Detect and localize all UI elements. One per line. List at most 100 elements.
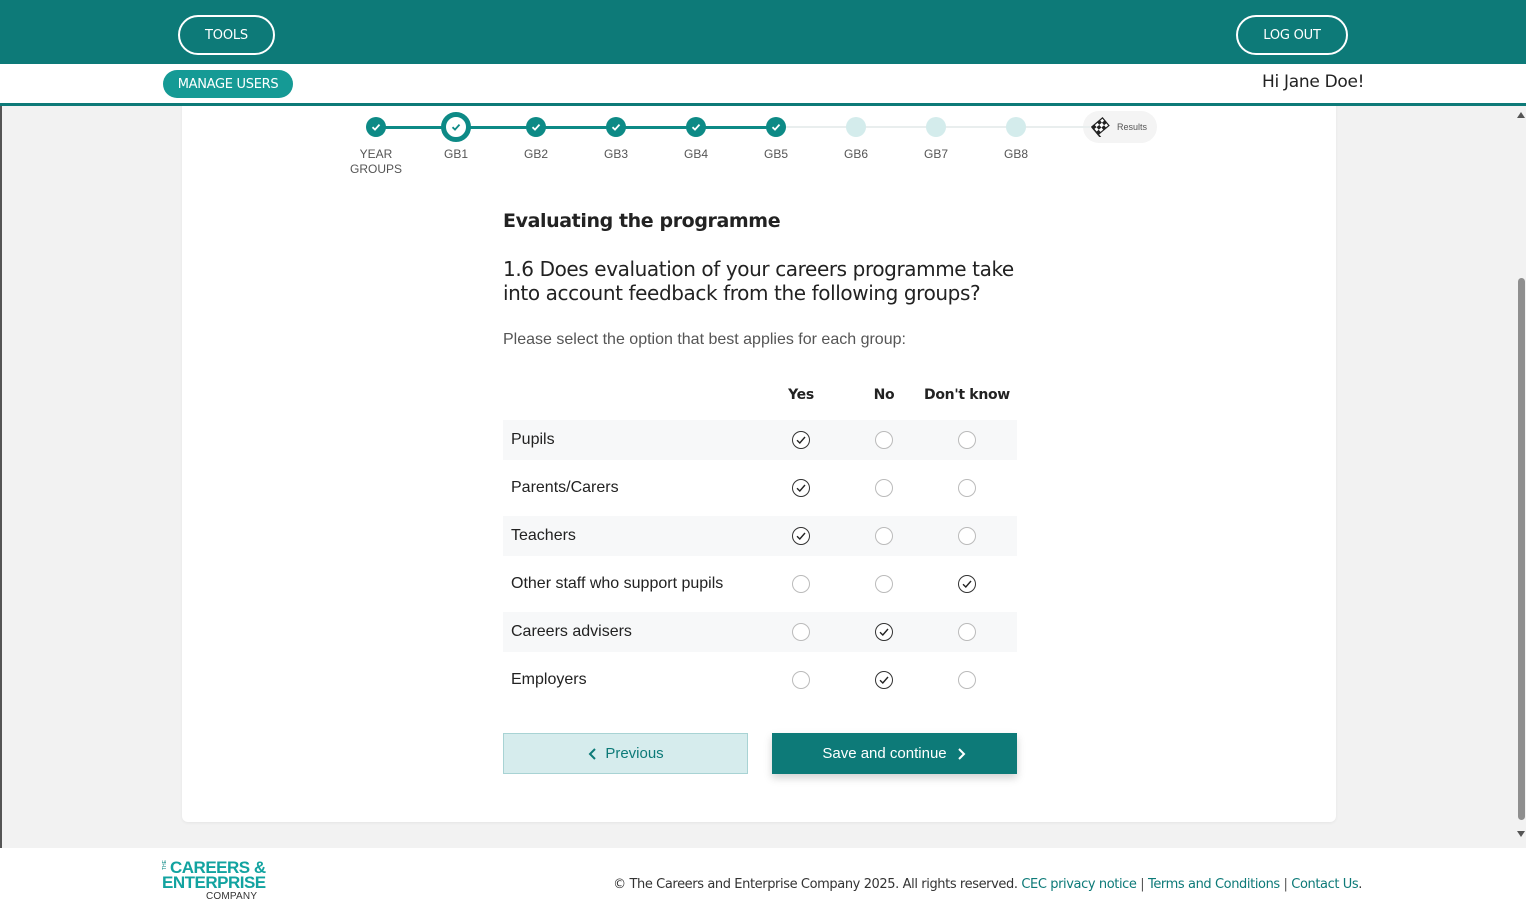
checkmark-icon (962, 580, 972, 589)
manage-users-button[interactable]: MANAGE USERS (163, 70, 293, 98)
terms-link[interactable]: Terms and Conditions (1148, 877, 1280, 892)
step-gb5[interactable] (766, 117, 786, 137)
radio-don-t-know[interactable] (958, 623, 976, 641)
previous-button[interactable]: Previous (503, 733, 748, 774)
stepper-connector (936, 126, 1016, 128)
radio-don-t-know[interactable] (958, 527, 976, 545)
step-gb6[interactable] (846, 117, 866, 137)
radio-yes[interactable] (792, 527, 810, 545)
step-gb8[interactable] (1006, 117, 1026, 137)
save-button-label: Save and continue (822, 745, 947, 762)
save-and-continue-button[interactable]: Save and continue (772, 733, 1017, 774)
logout-button[interactable]: LOG OUT (1236, 15, 1348, 55)
step-label: YEAR GROUPS (349, 147, 402, 176)
table-row: Teachers (503, 516, 1017, 556)
previous-button-label: Previous (605, 745, 664, 762)
checkmark-icon (371, 123, 381, 131)
table-row: Other staff who support pupils (503, 564, 1017, 604)
stepper-connector (776, 126, 856, 128)
chevron-right-icon (957, 747, 966, 760)
checkmark-icon (691, 123, 701, 131)
section-title: Evaluating the programme (503, 210, 781, 232)
results-step[interactable]: Results (1083, 111, 1157, 143)
step-gb4[interactable] (686, 117, 706, 137)
radio-no[interactable] (875, 575, 893, 593)
scroll-up-arrow-icon[interactable] (1517, 112, 1525, 118)
stepper-connector (616, 126, 696, 129)
stepper-connector (1016, 126, 1090, 128)
radio-yes[interactable] (792, 671, 810, 689)
instruction-text: Please select the option that best appli… (503, 331, 906, 348)
checkmark-icon (531, 123, 541, 131)
radio-don-t-know[interactable] (958, 479, 976, 497)
radio-don-t-know[interactable] (958, 575, 976, 593)
checkmark-icon (796, 436, 806, 445)
progress-stepper: Results YEAR GROUPS GB1 GB2 GB3 GB4 GB5 GB6 GB7… (2, 106, 1526, 186)
step-gb1[interactable] (441, 112, 471, 142)
step-label: GB1 (443, 147, 468, 161)
stepper-connector (696, 126, 776, 129)
checkmark-icon (879, 676, 889, 685)
scroll-down-arrow-icon[interactable] (1517, 831, 1525, 837)
top-navigation-bar: TOOLS LOG OUT (0, 0, 1526, 64)
row-label: Other staff who support pupils (511, 575, 724, 592)
radio-no[interactable] (875, 671, 893, 689)
user-greeting: Hi Jane Doe! (1262, 72, 1365, 92)
tools-button[interactable]: TOOLS (178, 15, 275, 55)
cec-logo[interactable]: THE CAREERS & ENTERPRISE COMPANY (162, 858, 272, 904)
scroll-thumb[interactable] (1518, 278, 1525, 820)
footer-period: . (1358, 877, 1362, 892)
row-label: Teachers (511, 527, 576, 544)
step-label: GB7 (923, 147, 948, 161)
logo-line-2: ENTERPRISE (162, 873, 266, 892)
copyright-text: © The Careers and Enterprise Company 202… (613, 877, 1018, 892)
radio-yes[interactable] (792, 575, 810, 593)
radio-yes[interactable] (792, 431, 810, 449)
column-header-no: No (873, 387, 895, 403)
step-gb2[interactable] (526, 117, 546, 137)
privacy-notice-link[interactable]: CEC privacy notice (1021, 877, 1137, 892)
row-label: Employers (511, 671, 587, 688)
radio-no[interactable] (875, 431, 893, 449)
question-text: 1.6 Does evaluation of your careers prog… (503, 257, 1014, 305)
footer-separator: | (1140, 877, 1145, 892)
step-label: GB5 (763, 147, 788, 161)
checkmark-icon (611, 123, 621, 131)
checkmark-icon (451, 123, 461, 131)
radio-no[interactable] (875, 527, 893, 545)
column-header-yes: Yes (788, 387, 814, 403)
checkmark-icon (771, 123, 781, 131)
main-content-area: Results YEAR GROUPS GB1 GB2 GB3 GB4 GB5 GB6 GB7… (0, 106, 1526, 848)
contact-us-link[interactable]: Contact Us (1291, 877, 1358, 892)
step-label: GB2 (523, 147, 548, 161)
page-footer: THE CAREERS & ENTERPRISE COMPANY © The C… (0, 848, 1526, 924)
row-label: Careers advisers (511, 623, 632, 640)
vertical-scrollbar[interactable] (1514, 106, 1526, 848)
radio-yes[interactable] (792, 623, 810, 641)
logo-line-3: COMPANY (206, 891, 258, 902)
table-row: Pupils (503, 420, 1017, 460)
stepper-connector (536, 126, 616, 129)
checkmark-icon (879, 628, 889, 637)
step-label: GB3 (603, 147, 628, 161)
sub-navigation-bar: MANAGE USERS Hi Jane Doe! (0, 64, 1526, 106)
contact-us-label: Contact Us (1291, 877, 1359, 892)
step-gb3[interactable] (606, 117, 626, 137)
results-step-label: Results (1117, 122, 1148, 132)
table-row: Employers (503, 660, 1017, 700)
checkmark-icon (796, 532, 806, 541)
radio-no[interactable] (875, 623, 893, 641)
step-gb7[interactable] (926, 117, 946, 137)
step-label: GB6 (843, 147, 868, 161)
column-header-dont-know: Don't know (924, 387, 1010, 403)
table-row: Careers advisers (503, 612, 1017, 652)
radio-don-t-know[interactable] (958, 431, 976, 449)
radio-yes[interactable] (792, 479, 810, 497)
stepper-connector (856, 126, 936, 128)
row-label: Parents/Carers (511, 479, 619, 496)
radio-no[interactable] (875, 479, 893, 497)
footer-separator: | (1283, 877, 1288, 892)
table-row: Parents/Carers (503, 468, 1017, 508)
step-year-groups[interactable] (366, 117, 386, 137)
radio-don-t-know[interactable] (958, 671, 976, 689)
